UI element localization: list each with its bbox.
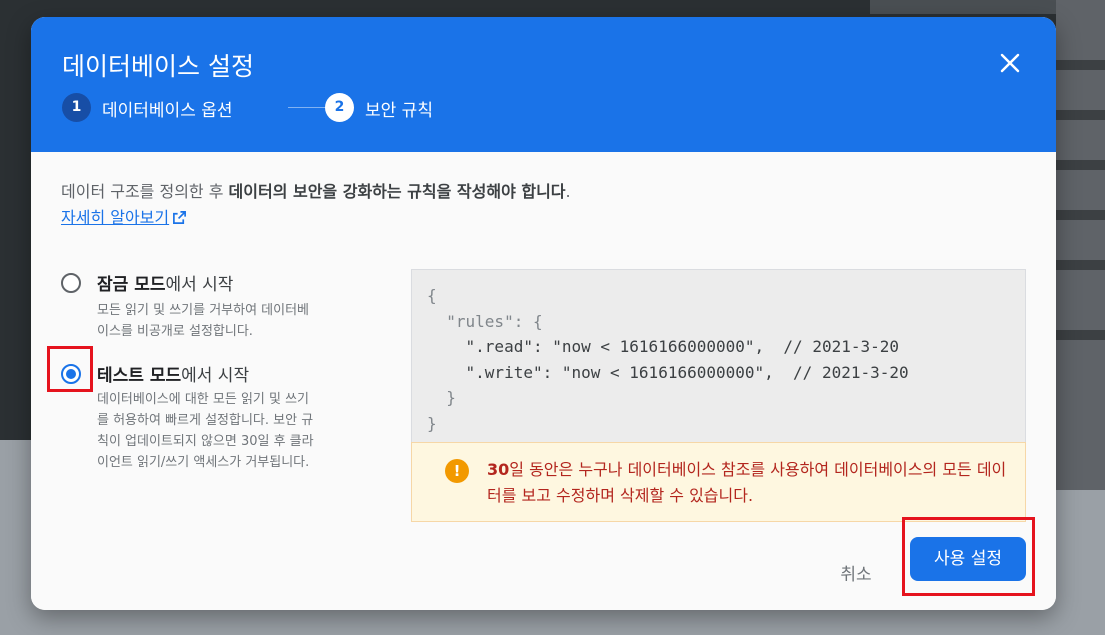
test-mode-description: 데이터베이스에 대한 모든 읽기 및 쓰기 를 허용하여 빠르게 설정합니다. …	[97, 389, 382, 473]
locked-mode-label[interactable]: 잠금 모드에서 시작	[97, 270, 233, 295]
step-1-label: 데이터베이스 옵션	[102, 101, 233, 121]
background-right-panel	[1056, 0, 1105, 490]
intro-text: 데이터 구조를 정의한 후 데이터의 보안을 강화하는 규칙을 작성해야 합니다…	[61, 180, 681, 204]
database-setup-dialog: 데이터베이스 설정 1 데이터베이스 옵션 2 보안 규칙 데이터 구조를 정의…	[31, 17, 1056, 610]
dialog-header: 데이터베이스 설정 1 데이터베이스 옵션 2 보안 규칙	[31, 17, 1056, 152]
code-block: { "rules": { ".read": "now < 16161660000…	[427, 283, 909, 436]
warning-message: 일 동안은 누구나 데이터베이스 참조를 사용하여 데이터베이스의 모든 데이터…	[487, 460, 1007, 505]
external-link-icon	[173, 211, 187, 224]
dialog-title: 데이터베이스 설정	[62, 52, 254, 81]
test-desc-line: 이언트 읽기/쓰기 액세스가 거부됩니다.	[97, 455, 310, 470]
cancel-button[interactable]: 취소	[826, 555, 886, 595]
warning-bold: 30	[487, 460, 510, 479]
locked-mode-description: 모든 읽기 및 쓰기를 거부하여 데이터베 이스를 비공개로 설정합니다.	[97, 300, 382, 342]
step-2-label: 보안 규칙	[365, 101, 433, 121]
intro-plain: 데이터 구조를 정의한 후	[61, 182, 229, 201]
step-2-number: 2	[325, 93, 354, 122]
locked-desc-line: 모든 읽기 및 쓰기를 거부하여 데이터베	[97, 303, 310, 318]
locked-mode-rest: 에서 시작	[165, 275, 234, 295]
highlight-box-button	[902, 517, 1035, 596]
test-desc-line: 칙이 업데이트되지 않으면 30일 후 클라	[97, 434, 314, 449]
highlight-box-radio	[47, 346, 93, 392]
code-line: }	[427, 388, 456, 407]
close-button[interactable]	[996, 49, 1024, 77]
test-mode-bold: 테스트 모드	[97, 366, 182, 386]
code-line: }	[427, 413, 437, 433]
dialog-body: 데이터 구조를 정의한 후 데이터의 보안을 강화하는 규칙을 작성해야 합니다…	[31, 152, 1056, 610]
code-line: {	[427, 286, 437, 305]
test-mode-rest: 에서 시작	[181, 366, 250, 386]
warning-banner: ! 30일 동안은 누구나 데이터베이스 참조를 사용하여 데이터베이스의 모든…	[411, 442, 1026, 522]
intro-end: .	[565, 182, 571, 201]
test-mode-label[interactable]: 테스트 모드에서 시작	[97, 361, 249, 386]
intro-bold: 데이터의 보안을 강화하는 규칙을 작성해야 합니다	[228, 182, 566, 201]
step-1-number: 1	[62, 93, 91, 122]
code-line: "rules": {	[427, 311, 543, 331]
learn-more-label: 자세히 알아보기	[61, 208, 170, 227]
test-desc-line: 를 허용하여 빠르게 설정합니다. 보안 규	[97, 413, 314, 428]
code-line: ".write": "now < 1616166000000", // 2021…	[427, 362, 909, 382]
close-icon	[1000, 53, 1020, 73]
warning-icon: !	[445, 459, 469, 483]
learn-more-link[interactable]: 자세히 알아보기	[61, 206, 187, 230]
locked-desc-line: 이스를 비공개로 설정합니다.	[97, 324, 253, 339]
test-desc-line: 데이터베이스에 대한 모든 읽기 및 쓰기	[97, 392, 310, 407]
warning-text: 30일 동안은 누구나 데이터베이스 참조를 사용하여 데이터베이스의 모든 데…	[487, 457, 1007, 509]
locked-mode-bold: 잠금 모드	[97, 275, 166, 295]
radio-locked-mode[interactable]	[61, 273, 81, 293]
code-line: ".read": "now < 1616166000000", // 2021-…	[427, 337, 900, 356]
